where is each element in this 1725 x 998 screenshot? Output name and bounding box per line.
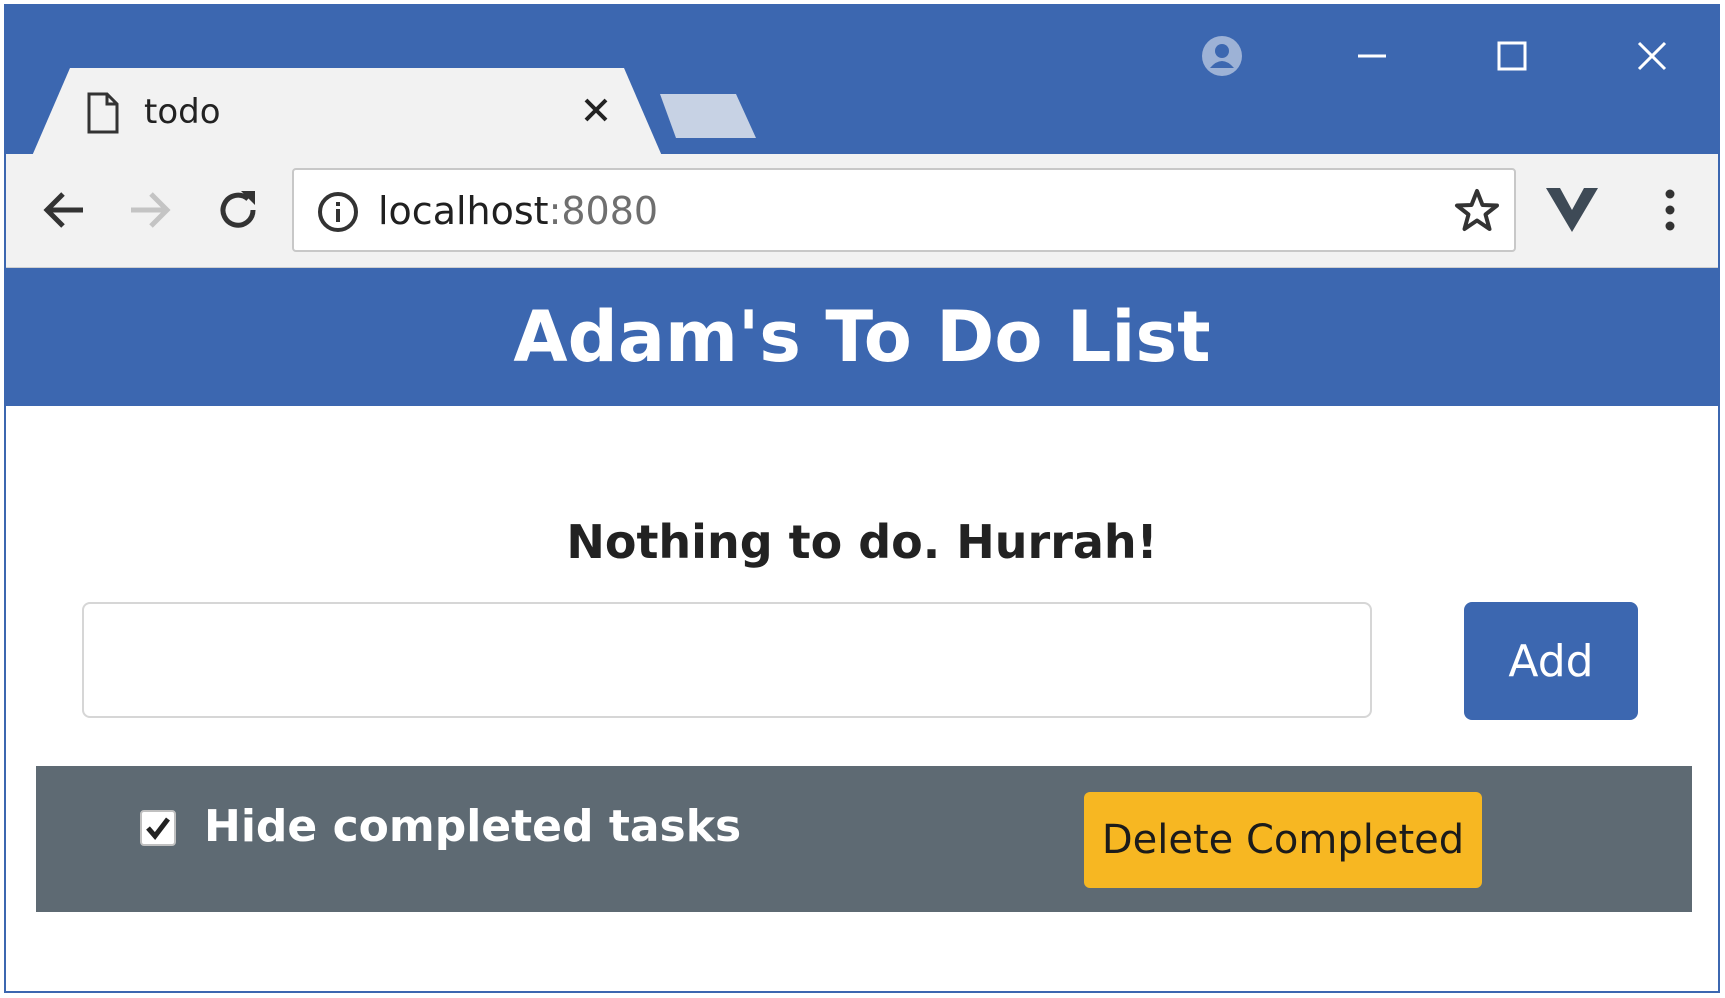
checkmark-icon [146,817,170,840]
info-icon[interactable] [316,190,360,234]
hide-completed-checkbox[interactable] [140,810,176,846]
minimize-icon[interactable] [1342,26,1402,86]
browser-window: todo localhost:8080 Adam's To Do List No… [4,4,1720,993]
bookmark-star-icon[interactable] [1452,186,1502,236]
delete-completed-button[interactable]: Delete Completed [1084,792,1482,888]
profile-icon[interactable] [1198,32,1246,80]
browser-titlebar: todo [6,6,1718,156]
close-tab-icon[interactable] [576,90,616,130]
app-header: Adam's To Do List [6,268,1718,406]
reload-icon[interactable] [210,182,266,238]
empty-state-message: Nothing to do. Hurrah! [566,515,1158,569]
url-text: localhost:8080 [378,188,658,234]
hide-completed-label[interactable]: Hide completed tasks [204,800,741,854]
close-window-icon[interactable] [1622,26,1682,86]
page-icon [86,92,120,134]
page-title: Adam's To Do List [513,296,1211,378]
vue-devtools-extension-icon[interactable] [1542,180,1602,240]
tab-todo[interactable]: todo [32,68,662,156]
footer-bar: Hide completed tasks Delete Completed [36,766,1692,912]
add-button[interactable]: Add [1464,602,1638,720]
tab-title: todo [144,92,221,132]
address-bar[interactable]: localhost:8080 [292,168,1516,252]
new-task-input[interactable] [82,602,1372,718]
kebab-menu-icon[interactable] [1650,180,1690,240]
url-port: :8080 [548,189,659,233]
maximize-icon[interactable] [1482,26,1542,86]
url-host: localhost [378,189,549,233]
new-tab-button[interactable] [660,94,756,138]
forward-arrow-icon[interactable] [122,182,178,238]
back-arrow-icon[interactable] [36,182,92,238]
browser-toolbar: localhost:8080 [6,154,1718,268]
